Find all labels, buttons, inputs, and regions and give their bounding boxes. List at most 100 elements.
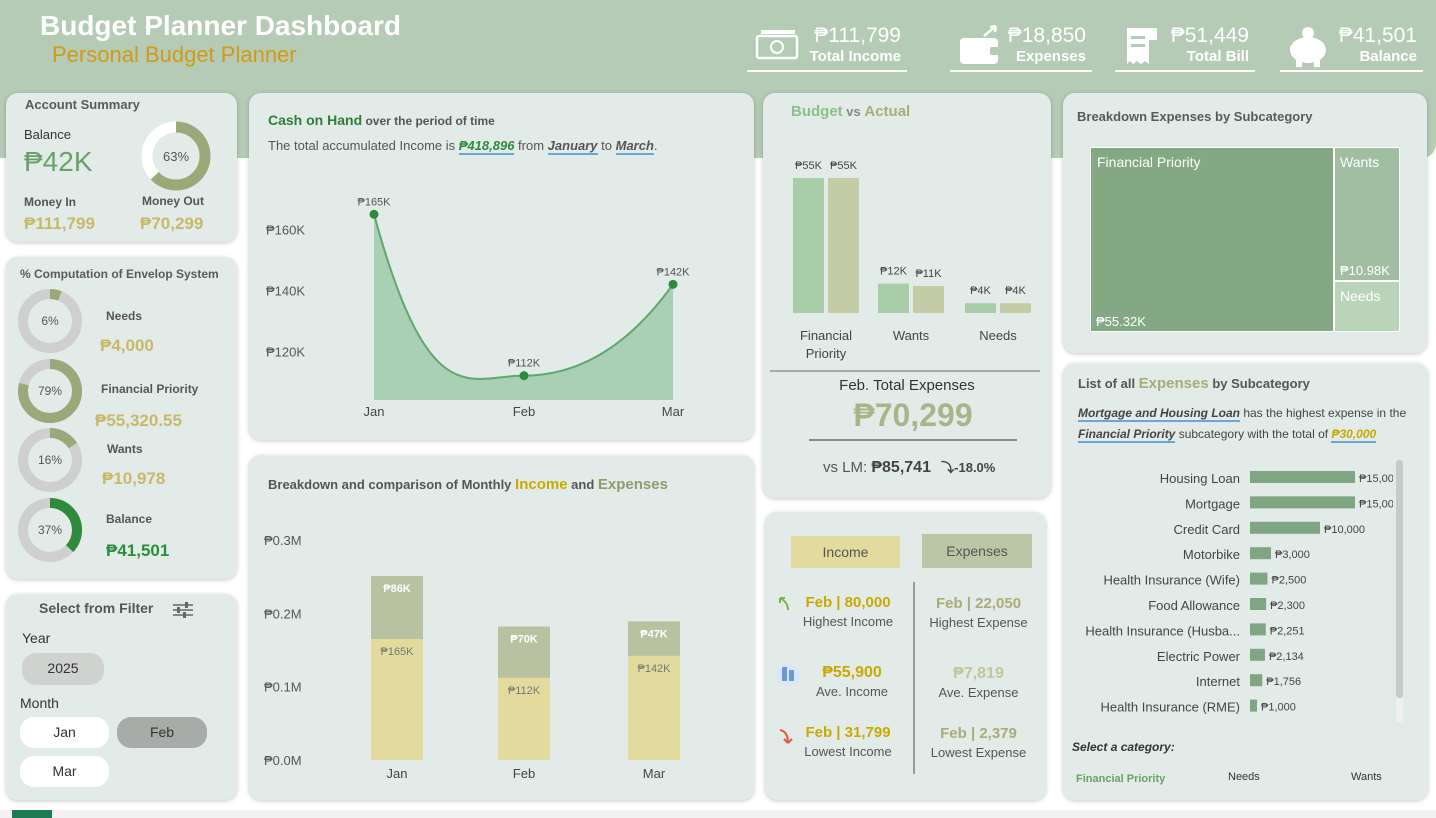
bar-label: ₱142K xyxy=(637,663,671,675)
data-point xyxy=(668,279,678,289)
filter-sliders-icon[interactable] xyxy=(172,601,194,619)
bar xyxy=(1250,623,1266,636)
bottom-scrollbar[interactable] xyxy=(0,810,1436,818)
category-label: Health Insurance (Husba... xyxy=(1085,623,1240,638)
kpi-value: ₱51,449 xyxy=(1170,24,1249,47)
bar-label: ₱11K xyxy=(915,268,942,280)
bar xyxy=(1250,648,1265,661)
year-select[interactable]: 2025 xyxy=(22,653,104,685)
bar xyxy=(1250,699,1257,712)
monthly-breakdown-card: Breakdown and comparison of Monthly Inco… xyxy=(249,455,754,800)
kpi-expenses[interactable]: ₱18,850 Expenses xyxy=(950,22,1092,72)
budget-vs-actual-card: Budget vs Actual ₱55K ₱55K Financial Priori… xyxy=(763,93,1051,498)
balance-label: Balance xyxy=(24,127,71,142)
bar-budget xyxy=(793,178,824,313)
highest-expense-label: Highest Expense xyxy=(929,615,1028,630)
y-tick-label: ₱0.1M xyxy=(264,680,302,695)
bar-label: ₱1,756 xyxy=(1266,676,1301,688)
kpi-total-income[interactable]: ₱111,799 Total Income xyxy=(747,22,907,72)
treemap-cell-wants[interactable]: Wants ₱10.98K xyxy=(1334,147,1400,281)
expense-list-description-line1: Mortgage and Housing Loan has the highes… xyxy=(1078,406,1406,422)
change-arrow-icon: ⤵ xyxy=(941,460,955,475)
expenses-bar-chart: Housing Loan ₱15,000 Mortgage ₱15,000 Credit… xyxy=(1085,471,1393,715)
scrollbar-thumb[interactable] xyxy=(1396,460,1403,698)
month-mar-button[interactable]: Mar xyxy=(20,756,109,787)
bar-label: ₱2,251 xyxy=(1270,625,1305,637)
month-feb-button[interactable]: Feb xyxy=(117,717,207,748)
money-in-value: ₱111,799 xyxy=(24,214,95,233)
wallet-icon xyxy=(960,24,1000,64)
cell-label: Financial Priority xyxy=(1097,154,1201,170)
bar-budget xyxy=(878,283,909,313)
bar xyxy=(1250,598,1267,610)
envelope-donuts: 6% 79% 16% 37% xyxy=(18,289,82,562)
donut-label: 79% xyxy=(38,384,62,398)
kpi-balance[interactable]: ₱41,501 Balance xyxy=(1280,22,1423,72)
average-expense-value: ₱7,819 xyxy=(953,665,1004,682)
scrollbar-track[interactable] xyxy=(1396,460,1403,722)
feb-total-value: ₱70,299 xyxy=(853,397,973,433)
card-title: Account Summary xyxy=(25,97,140,112)
bar-label: ₱55K xyxy=(795,160,823,172)
category-label: Internet xyxy=(1196,674,1240,689)
category-wants[interactable]: Wants xyxy=(1351,771,1382,783)
category-label: Health Insurance (Wife) xyxy=(1103,573,1240,588)
bar-label: ₱47K xyxy=(640,628,668,640)
bar-label: ₱55K xyxy=(830,160,858,172)
highest-income-label: Highest Income xyxy=(802,614,894,629)
kpi-total-bill[interactable]: ₱51,449 Total Bill xyxy=(1115,22,1255,72)
y-tick-label: ₱140K xyxy=(266,283,305,298)
data-point xyxy=(519,371,529,381)
bar xyxy=(1250,521,1320,534)
kpi-label: Balance xyxy=(1359,48,1417,65)
category-label: Housing Loan xyxy=(1160,471,1240,486)
treemap-cell-needs[interactable]: Needs xyxy=(1334,281,1400,332)
bar-label: ₱112K xyxy=(508,685,541,697)
divider xyxy=(809,439,1017,441)
envelope-value-wants: ₱10,978 xyxy=(102,469,166,488)
balance-value: ₱42K xyxy=(24,146,93,177)
data-point xyxy=(369,209,379,219)
bar-label: ₱2,134 xyxy=(1269,651,1304,663)
account-summary-card: Account Summary Balance ₱42K 63% Money I… xyxy=(6,93,237,242)
category-label: Health Insurance (RME) xyxy=(1101,700,1240,715)
bar xyxy=(1250,572,1268,585)
treemap-cell-financial-priority[interactable]: Financial Priority ₱55.32K xyxy=(1090,147,1334,332)
select-category-label: Select a category: xyxy=(1072,740,1175,754)
envelope-value-needs: ₱4,000 xyxy=(100,336,154,355)
highest-expense-value: Feb | 22,050 xyxy=(935,595,1022,612)
desc-category: Financial Priority xyxy=(1078,427,1176,443)
x-tick-label: Jan xyxy=(364,404,385,419)
cell-label: Needs xyxy=(1340,288,1381,304)
envelope-label-balance: Balance xyxy=(106,512,153,526)
expense-list-title: List of all Expenses by Subcategory xyxy=(1078,375,1310,392)
bar-budget xyxy=(965,303,996,313)
kpi-label: Expenses xyxy=(1015,48,1086,65)
y-tick-label: ₱160K xyxy=(266,223,305,238)
kpi-label: Total Bill xyxy=(1186,48,1249,65)
money-out-value: ₱70,299 xyxy=(140,214,204,233)
x-tick-label: Wants xyxy=(893,328,930,343)
envelope-system-card: % Computation of Envelop System 6% 79% 16%… xyxy=(6,257,237,579)
category-financial-priority[interactable]: Financial Priority xyxy=(1076,773,1165,785)
category-needs[interactable]: Needs xyxy=(1228,771,1260,783)
kpi-label: Total Income xyxy=(809,48,901,65)
budget-vs-actual-chart: ₱55K ₱55K Financial Priority ₱12K ₱11K Wants ₱4… xyxy=(793,160,1031,361)
lowest-income-label: Lowest Income xyxy=(804,744,892,759)
month-jan-button[interactable]: Jan xyxy=(20,717,109,748)
bar-label: ₱1,000 xyxy=(1261,702,1296,714)
envelope-value-balance: ₱41,501 xyxy=(106,541,170,560)
average-expense-label: Ave. Expense xyxy=(938,685,1019,700)
page-tab-indicator[interactable] xyxy=(12,810,52,818)
bar xyxy=(1250,674,1263,687)
lowest-expense-value: Feb | 2,379 xyxy=(940,725,1017,742)
donut-label: 16% xyxy=(38,453,62,467)
x-tick-label: Feb xyxy=(513,766,535,781)
kpi-value: ₱111,799 xyxy=(814,24,901,47)
filter-card: Select from Filter Year 2025 Month Jan F… xyxy=(6,594,237,800)
kpi-value: ₱18,850 xyxy=(1007,24,1086,47)
lowest-income-value: Feb | 31,799 xyxy=(805,724,891,741)
category-label: Motorbike xyxy=(1183,547,1240,562)
bar-actual xyxy=(828,178,859,313)
bar xyxy=(1250,496,1355,509)
